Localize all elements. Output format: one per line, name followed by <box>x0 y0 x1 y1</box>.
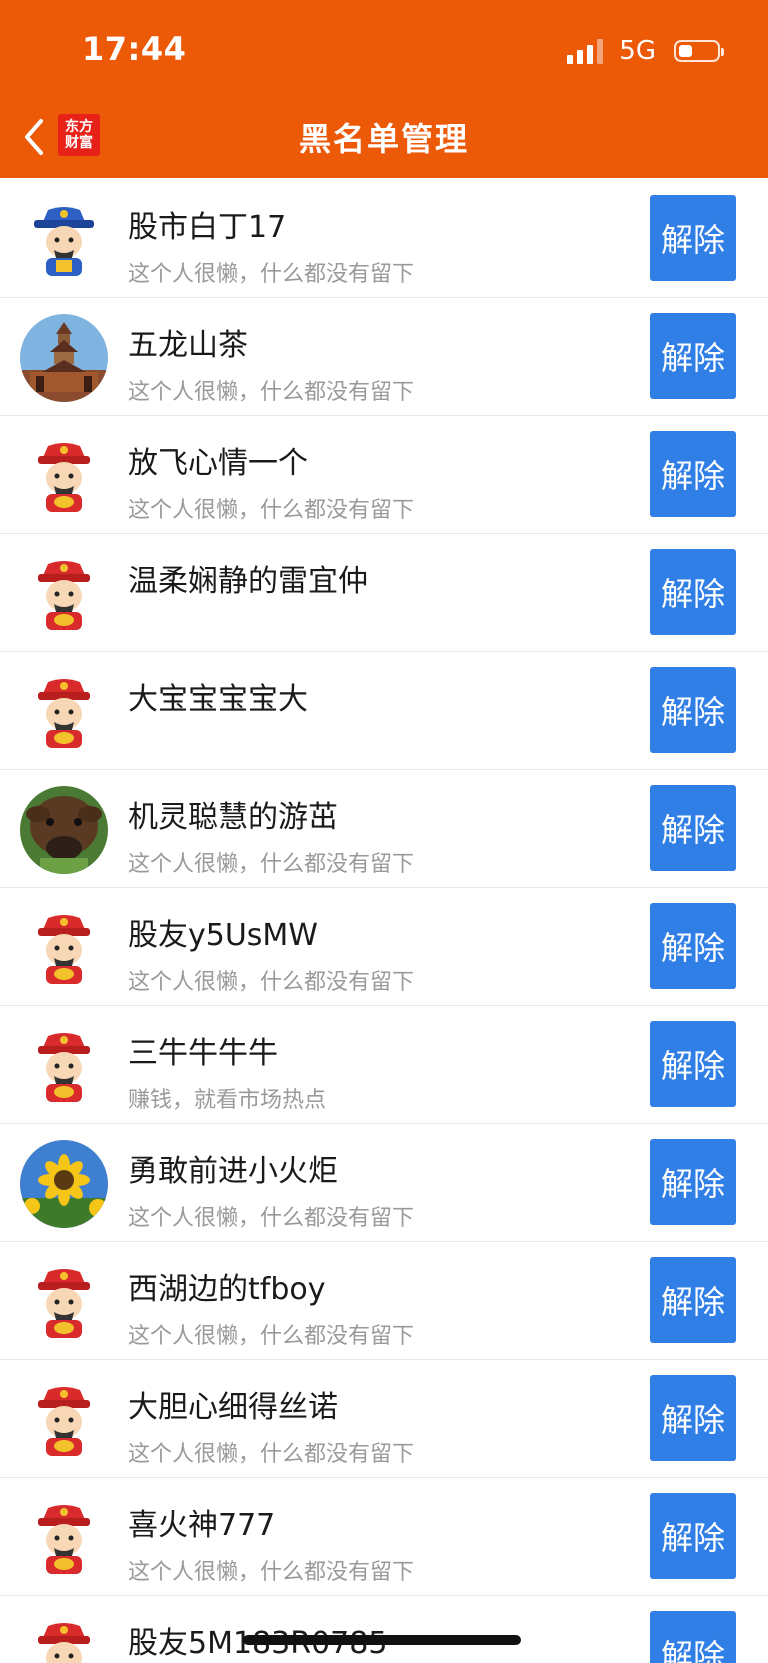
unblock-button[interactable]: 解除 <box>650 1021 736 1107</box>
blocked-user-row: 机灵聪慧的游茁 这个人很懒，什么都没有留下 解除 <box>0 770 768 888</box>
signal-icon <box>567 38 604 64</box>
user-name: 股市白丁17 <box>128 210 287 245</box>
unblock-button[interactable]: 解除 <box>650 431 736 517</box>
avatar-photo-cow[interactable] <box>20 786 108 874</box>
user-signature: 这个人很懒，什么都没有留下 <box>128 970 415 995</box>
unblock-button[interactable]: 解除 <box>650 903 736 989</box>
avatar-caishen-red[interactable] <box>20 904 108 992</box>
avatar-caishen-red[interactable] <box>20 1612 108 1663</box>
unblock-button[interactable]: 解除 <box>650 195 736 281</box>
blocked-user-row: 喜火神777 这个人很懒，什么都没有留下 解除 <box>0 1478 768 1596</box>
user-name: 勇敢前进小火炬 <box>128 1154 338 1189</box>
unblock-button[interactable]: 解除 <box>650 1257 736 1343</box>
user-name: 股友y5UsMW <box>128 918 318 953</box>
avatar-caishen-blue[interactable] <box>20 196 108 284</box>
user-name: 大胆心细得丝诺 <box>128 1390 338 1425</box>
user-name: 大宝宝宝宝大 <box>128 682 308 717</box>
user-signature: 这个人很懒，什么都没有留下 <box>128 498 415 523</box>
user-name: 放飞心情一个 <box>128 446 308 481</box>
network-label: 5G <box>619 36 656 66</box>
user-signature: 赚钱，就看市场热点 <box>128 1088 327 1113</box>
user-signature: 这个人很懒，什么都没有留下 <box>128 1560 415 1585</box>
blocked-user-row: 股市白丁17 这个人很懒，什么都没有留下 解除 <box>0 180 768 298</box>
blocked-user-list: 股市白丁17 这个人很懒，什么都没有留下 解除 五龙山茶 这个人很懒，什么都没有… <box>0 180 768 1663</box>
avatar-caishen-red[interactable] <box>20 1376 108 1464</box>
user-signature: 这个人很懒，什么都没有留下 <box>128 262 415 287</box>
user-signature: 这个人很懒，什么都没有留下 <box>128 380 415 405</box>
blocked-user-row: 勇敢前进小火炬 这个人很懒，什么都没有留下 解除 <box>0 1124 768 1242</box>
unblock-button[interactable]: 解除 <box>650 1375 736 1461</box>
user-signature: 这个人很懒，什么都没有留下 <box>128 1206 415 1231</box>
blocked-user-row: 西湖边的tfboy 这个人很懒，什么都没有留下 解除 <box>0 1242 768 1360</box>
user-name: 西湖边的tfboy <box>128 1272 326 1307</box>
user-name: 机灵聪慧的游茁 <box>128 800 338 835</box>
user-name: 温柔娴静的雷宜仲 <box>128 564 368 599</box>
unblock-button[interactable]: 解除 <box>650 549 736 635</box>
blocked-user-row: 放飞心情一个 这个人很懒，什么都没有留下 解除 <box>0 416 768 534</box>
top-bar: 17:44 5G 东方 财富 黑名单管理 <box>0 0 768 178</box>
user-signature: 这个人很懒，什么都没有留下 <box>128 1324 415 1349</box>
blocked-user-row: 五龙山茶 这个人很懒，什么都没有留下 解除 <box>0 298 768 416</box>
blocked-user-row: 大胆心细得丝诺 这个人很懒，什么都没有留下 解除 <box>0 1360 768 1478</box>
avatar-caishen-red[interactable] <box>20 1258 108 1346</box>
blocked-user-row: 三牛牛牛牛 赚钱，就看市场热点 解除 <box>0 1006 768 1124</box>
user-signature: 这个人很懒，什么都没有留下 <box>128 1442 415 1467</box>
blocked-user-row: 大宝宝宝宝大 解除 <box>0 652 768 770</box>
status-icons: 5G <box>567 36 724 66</box>
blocked-user-row: 温柔娴静的雷宜仲 解除 <box>0 534 768 652</box>
avatar-photo-pagoda[interactable] <box>20 314 108 402</box>
home-indicator[interactable] <box>243 1635 521 1645</box>
avatar-photo-sunflower[interactable] <box>20 1140 108 1228</box>
unblock-button[interactable]: 解除 <box>650 1139 736 1225</box>
avatar-caishen-red[interactable] <box>20 668 108 756</box>
user-name: 三牛牛牛牛 <box>128 1036 278 1071</box>
avatar-caishen-red[interactable] <box>20 550 108 638</box>
user-name: 喜火神777 <box>128 1508 276 1543</box>
unblock-button[interactable]: 解除 <box>650 1611 736 1663</box>
unblock-button[interactable]: 解除 <box>650 785 736 871</box>
status-time: 17:44 <box>82 30 187 68</box>
blocked-user-row: 股友5M183R0785 解除 <box>0 1596 768 1663</box>
user-signature: 这个人很懒，什么都没有留下 <box>128 852 415 877</box>
battery-icon <box>674 40 724 62</box>
avatar-caishen-red[interactable] <box>20 1494 108 1582</box>
app-root: 17:44 5G 东方 财富 黑名单管理 股市白丁17 这个人很懒，什么都没有留… <box>0 0 768 1663</box>
avatar-caishen-red[interactable] <box>20 1022 108 1110</box>
page-title: 黑名单管理 <box>298 120 469 158</box>
unblock-button[interactable]: 解除 <box>650 667 736 753</box>
unblock-button[interactable]: 解除 <box>650 1493 736 1579</box>
user-name: 五龙山茶 <box>128 328 248 363</box>
unblock-button[interactable]: 解除 <box>650 313 736 399</box>
avatar-caishen-red[interactable] <box>20 432 108 520</box>
blocked-user-row: 股友y5UsMW 这个人很懒，什么都没有留下 解除 <box>0 888 768 1006</box>
